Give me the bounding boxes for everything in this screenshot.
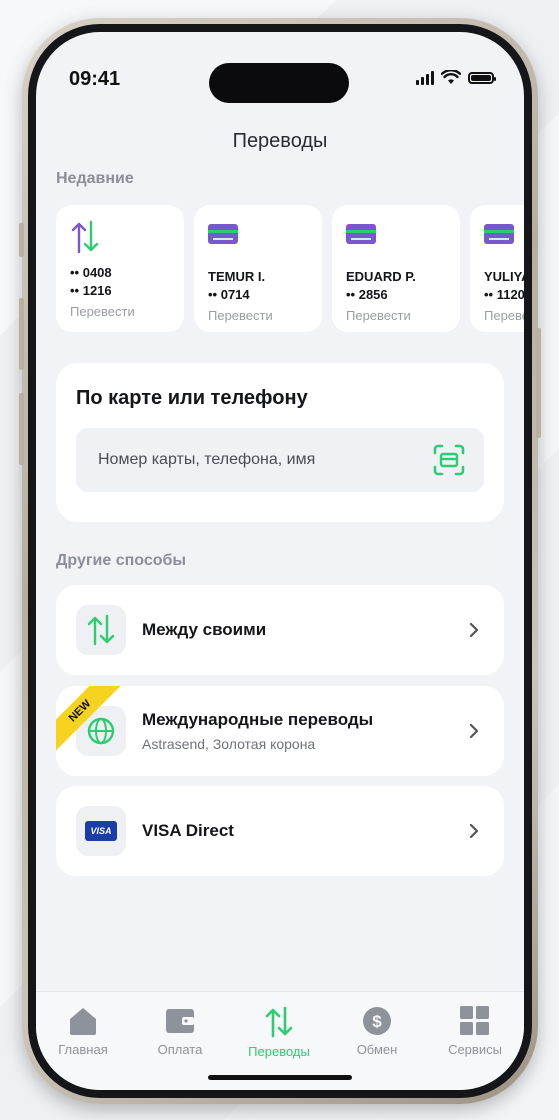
method-between-own[interactable]: Между своими (56, 585, 504, 675)
visa-icon: VISA (85, 821, 117, 841)
method-title: VISA Direct (142, 821, 234, 840)
recent-item[interactable]: •• 0408 •• 1216 Перевести (56, 205, 184, 332)
status-time: 09:41 (69, 68, 121, 90)
tab-label: Сервисы (448, 1042, 502, 1057)
recent-item[interactable]: TEMUR I. •• 0714 Перевести (194, 205, 322, 332)
recent-item-line1: YULIYA (484, 269, 524, 284)
scan-card-icon[interactable] (432, 443, 466, 477)
recent-carousel[interactable]: •• 0408 •• 1216 Перевести TEMUR I. •• 07… (56, 205, 524, 333)
tab-label: Обмен (356, 1042, 398, 1057)
globe-icon (87, 717, 115, 745)
cellular-signal-icon (416, 70, 434, 85)
tab-label: Главная (58, 1042, 108, 1057)
recent-item-line2: •• 2856 (346, 287, 388, 302)
card-phone-transfer-title: По карте или телефону (76, 387, 308, 409)
battery-icon (468, 71, 496, 84)
bank-card-icon (484, 224, 514, 244)
page-title: Переводы (232, 130, 328, 152)
tab-exchange[interactable]: $ Обмен (332, 1006, 422, 1057)
recent-item-action: Перевести (346, 308, 411, 323)
recent-item-line1: EDUARD P. (346, 269, 416, 284)
tab-label: Переводы (248, 1044, 310, 1059)
search-box[interactable] (76, 428, 484, 492)
home-icon (70, 1008, 96, 1035)
chevron-right-icon (469, 723, 479, 739)
dollar-coin-icon: $ (363, 1007, 391, 1035)
method-international[interactable]: NEW Международные переводы Astrasend, Зо… (56, 686, 504, 776)
svg-text:$: $ (372, 1012, 382, 1031)
tab-payment[interactable]: Оплата (135, 1006, 225, 1057)
method-subtitle: Astrasend, Золотая корона (142, 736, 316, 752)
volume-up-button (19, 298, 24, 370)
recent-item-line2: •• 1120 (484, 287, 524, 302)
dynamic-island (209, 63, 349, 103)
method-title: Международные переводы (142, 710, 374, 729)
tab-label: Оплата (157, 1042, 203, 1057)
recent-item[interactable]: EDUARD P. •• 2856 Перевести (332, 205, 460, 332)
search-input[interactable] (96, 450, 420, 470)
tab-transfers[interactable]: Переводы (234, 1006, 324, 1059)
recent-item-action: Перевести (484, 308, 524, 323)
transfer-arrows-icon (87, 614, 115, 646)
tab-bar: Главная Оплата Переводы $ Обмен Сервисы (36, 991, 524, 1090)
method-title: Между своими (142, 620, 267, 639)
transfer-arrows-icon (71, 220, 99, 254)
mute-switch (19, 223, 24, 257)
recent-item-line2: •• 1216 (70, 283, 112, 298)
chevron-right-icon (469, 622, 479, 638)
bank-card-icon (346, 224, 376, 244)
chevron-right-icon (469, 823, 479, 839)
volume-down-button (19, 393, 24, 465)
card-phone-transfer-card: По карте или телефону (56, 363, 504, 522)
power-button (536, 328, 541, 438)
tab-home[interactable]: Главная (38, 1006, 128, 1057)
home-indicator[interactable] (208, 1075, 352, 1080)
bank-card-icon (208, 224, 238, 244)
other-section-label: Другие способы (56, 552, 187, 569)
recent-item-line1: •• 0408 (70, 265, 112, 280)
recent-item-action: Перевести (70, 304, 135, 319)
transfer-arrows-icon (265, 1006, 293, 1038)
screen: 09:41 Переводы Недавние •• 0408 •• 1216 … (36, 32, 524, 1090)
services-grid-icon (460, 1006, 489, 1035)
recent-item-action: Перевести (208, 308, 273, 323)
recent-section-label: Недавние (56, 170, 134, 187)
tab-services[interactable]: Сервисы (430, 1006, 520, 1057)
recent-item-line1: TEMUR I. (208, 269, 266, 284)
phone-frame: 09:41 Переводы Недавние •• 0408 •• 1216 … (19, 18, 541, 1104)
status-icons (416, 70, 496, 85)
method-visa-direct[interactable]: VISA VISA Direct (56, 786, 504, 876)
recent-item-line2: •• 0714 (208, 287, 250, 302)
wallet-icon (166, 1009, 194, 1033)
wifi-icon (441, 70, 461, 84)
recent-item[interactable]: YULIYA •• 1120 Перевести (470, 205, 524, 332)
